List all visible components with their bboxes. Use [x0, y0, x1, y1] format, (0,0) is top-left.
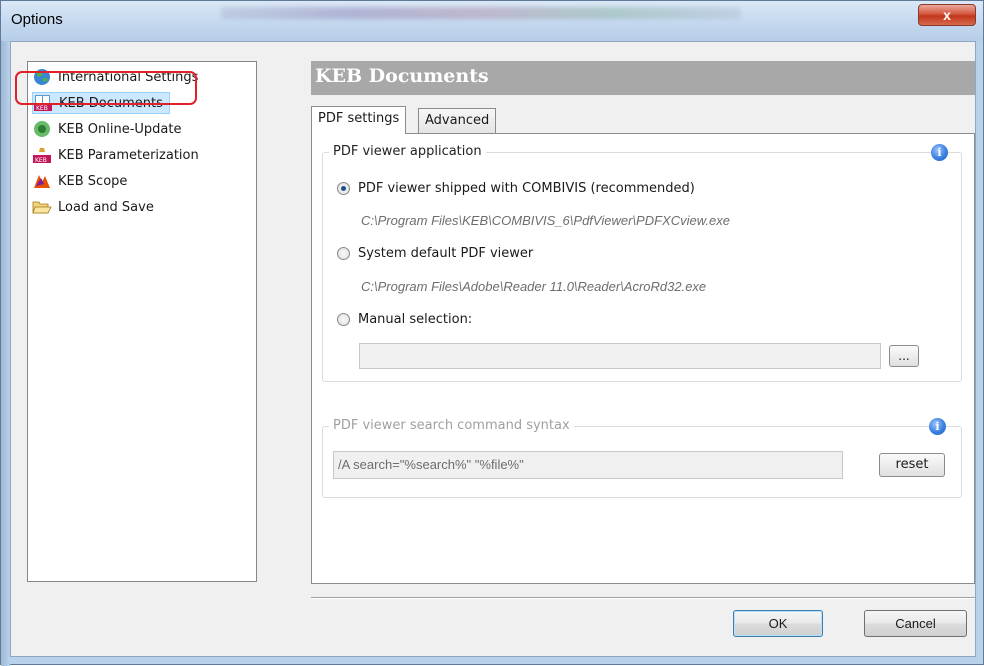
options-dialog: Options x International Settings KEB KEB… — [0, 0, 984, 666]
tree-item-load-and-save[interactable]: Load and Save — [32, 196, 244, 218]
info-icon[interactable]: i — [931, 144, 948, 161]
window-title: Options — [11, 11, 63, 28]
parameterization-icon: KEB — [32, 146, 52, 164]
scope-icon — [32, 172, 52, 190]
svg-text:KEB: KEB — [36, 105, 48, 112]
search-command-input[interactable]: /A search="%search%" "%file%" — [333, 451, 843, 479]
radio-button[interactable] — [337, 182, 350, 195]
window-frame-edge — [1, 41, 10, 666]
group-title: PDF viewer application — [329, 144, 486, 159]
pdf-settings-panel: PDF viewer application i PDF viewer ship… — [311, 133, 975, 584]
group-title: PDF viewer search command syntax — [329, 418, 574, 433]
dialog-client-area: International Settings KEB KEB Documents… — [10, 41, 976, 657]
combivis-viewer-path: C:\Program Files\KEB\COMBIVIS_6\PdfViewe… — [361, 213, 730, 228]
close-button[interactable]: x — [918, 4, 976, 26]
tree-item-keb-online-update[interactable]: KEB Online-Update — [32, 118, 244, 140]
radio-button[interactable] — [337, 247, 350, 260]
radio-label: System default PDF viewer — [358, 246, 534, 261]
radio-label: PDF viewer shipped with COMBIVIS (recomm… — [358, 181, 695, 196]
tab-advanced[interactable]: Advanced — [418, 108, 497, 134]
radio-button[interactable] — [337, 313, 350, 326]
page-title: KEB Documents — [315, 65, 489, 87]
pdf-viewer-application-group: PDF viewer application i PDF viewer ship… — [322, 144, 962, 382]
tree-item-label: KEB Online-Update — [58, 121, 182, 137]
open-folder-icon — [32, 198, 52, 216]
info-icon[interactable]: i — [929, 418, 946, 435]
radio-system-default-viewer[interactable]: System default PDF viewer — [337, 246, 533, 261]
annotation-highlight-circle — [15, 71, 197, 105]
tree-item-keb-parameterization[interactable]: KEB KEB Parameterization — [32, 144, 244, 166]
divider — [311, 597, 975, 599]
tab-pdf-settings[interactable]: PDF settings — [311, 106, 407, 134]
title-bar[interactable]: Options x — [1, 1, 983, 41]
radio-combivis-viewer[interactable]: PDF viewer shipped with COMBIVIS (recomm… — [337, 181, 695, 196]
cancel-button[interactable]: Cancel — [864, 610, 967, 637]
radio-manual-selection[interactable]: Manual selection: — [337, 312, 472, 327]
page-header: KEB Documents — [311, 61, 975, 95]
blurred-background — [221, 7, 741, 19]
radio-label: Manual selection: — [358, 312, 473, 327]
tree-item-label: KEB Scope — [58, 173, 128, 189]
tree-item-keb-scope[interactable]: KEB Scope — [32, 170, 244, 192]
tree-item-label: Load and Save — [58, 199, 154, 215]
reset-button[interactable]: reset — [879, 453, 945, 477]
ok-button[interactable]: OK — [733, 610, 823, 637]
system-viewer-path: C:\Program Files\Adobe\Reader 11.0\Reade… — [361, 279, 707, 294]
svg-text:KEB: KEB — [35, 157, 47, 164]
pdf-search-syntax-group: PDF viewer search command syntax i /A se… — [322, 418, 962, 498]
online-update-icon — [32, 120, 52, 138]
options-tree[interactable]: International Settings KEB KEB Documents… — [27, 61, 257, 582]
browse-button[interactable]: ... — [889, 345, 919, 367]
tree-item-label: KEB Parameterization — [58, 147, 199, 163]
manual-path-input[interactable] — [359, 343, 881, 369]
